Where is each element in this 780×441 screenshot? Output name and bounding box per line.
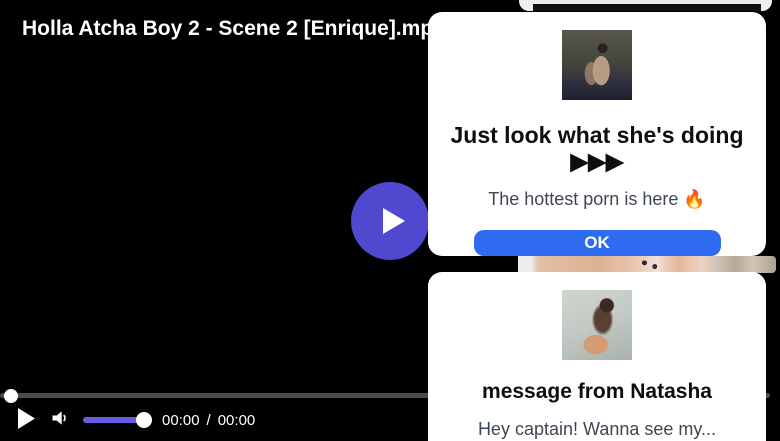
message-subtext: Hey captain! Wanna see my... xyxy=(477,419,717,439)
video-title: Holla Atcha Boy 2 - Scene 2 [Enrique].mp… xyxy=(22,17,445,40)
message-heading: message from Natasha xyxy=(482,380,712,403)
message-photo-thumbnail[interactable] xyxy=(562,290,632,360)
time-display: 00:00 / 00:00 xyxy=(162,412,255,429)
big-play-button[interactable] xyxy=(351,182,429,260)
play-icon xyxy=(382,208,405,234)
volume-low-icon xyxy=(52,411,66,425)
video-player-page: Holla Atcha Boy 2 - Scene 2 [Enrique].mp… xyxy=(0,0,780,441)
play-button[interactable] xyxy=(15,406,37,430)
mute-button[interactable] xyxy=(49,407,71,429)
promo-subtext: The hottest porn is here 🔥 xyxy=(488,189,706,209)
ok-button[interactable]: OK xyxy=(473,230,721,256)
promo-heading: Just look what she's doing ▶▶▶ xyxy=(450,122,744,174)
seek-knob[interactable] xyxy=(4,389,18,403)
message-popup[interactable]: message from Natasha Hey captain! Wanna … xyxy=(428,272,766,441)
volume-knob[interactable] xyxy=(136,412,152,428)
partial-top-card-image-edge xyxy=(533,4,761,11)
promo-photo-thumbnail[interactable] xyxy=(562,30,632,100)
promo-popup[interactable]: Just look what she's doing ▶▶▶ The hotte… xyxy=(428,12,766,256)
total-duration: 00:00 xyxy=(217,412,256,429)
current-time: 00:00 xyxy=(162,412,200,429)
partial-underlay-photo xyxy=(518,256,776,273)
play-icon xyxy=(17,407,35,429)
partial-top-card xyxy=(519,0,772,11)
time-separator: / xyxy=(206,412,211,429)
